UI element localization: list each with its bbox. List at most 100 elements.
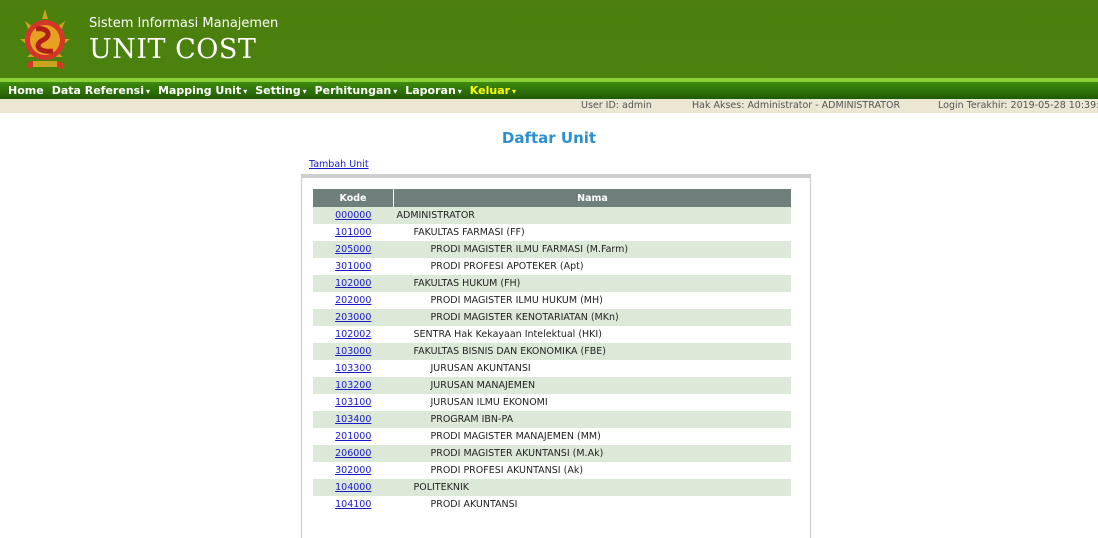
table-row: 302000 PRODI PROFESI AKUNTANSI (Ak) <box>313 462 791 479</box>
kode-link[interactable]: 000000 <box>335 210 371 221</box>
kode-link[interactable]: 103300 <box>335 363 371 374</box>
kode-cell: 302000 <box>313 462 394 479</box>
nama-cell: PRODI MAGISTER ILMU FARMASI (M.Farm) <box>393 241 791 258</box>
nama-cell: ADMINISTRATOR <box>393 207 791 224</box>
nama-cell: JURUSAN MANAJEMEN <box>393 377 791 394</box>
kode-cell: 103200 <box>313 377 394 394</box>
kode-link[interactable]: 201000 <box>335 431 371 442</box>
table-row: 101000 FAKULTAS FARMASI (FF) <box>313 224 791 241</box>
app-title: UNIT COST <box>89 34 257 65</box>
kode-link[interactable]: 104000 <box>335 482 371 493</box>
nama-cell: FAKULTAS FARMASI (FF) <box>413 227 525 238</box>
table-row: 301000 PRODI PROFESI APOTEKER (Apt) <box>313 258 791 275</box>
user-info-bar: User ID: admin Hak Akses: Administrator … <box>0 99 1098 113</box>
menu-home-label: Home <box>8 84 44 97</box>
kode-cell: 102002 <box>313 326 394 343</box>
kode-link[interactable]: 103200 <box>335 380 371 391</box>
nama-cell: FAKULTAS HUKUM (FH) <box>393 275 791 292</box>
kode-cell: 101000 <box>313 224 394 241</box>
nama-cell: PRODI AKUNTANSI <box>430 499 518 510</box>
nama-cell: JURUSAN ILMU EKONOMI <box>430 397 548 408</box>
kode-cell: 103000 <box>313 343 394 360</box>
column-header-kode: Kode <box>313 189 394 207</box>
table-row: 103000 FAKULTAS BISNIS DAN EKONOMIKA (FBE… <box>313 343 791 360</box>
user-id-text: User ID: admin <box>581 100 652 111</box>
menu-laporan[interactable]: Laporan ▾ <box>399 84 464 97</box>
nama-cell: PRODI MAGISTER ILMU HUKUM (MH) <box>430 295 603 306</box>
kode-cell: 201000 <box>313 428 394 445</box>
menu-mapping-unit-label: Mapping Unit <box>157 84 242 97</box>
nama-cell: PRODI PROFESI AKUNTANSI (Ak) <box>430 465 584 476</box>
nama-cell: POLITEKNIK <box>393 479 791 496</box>
table-header-row: Kode Nama <box>313 189 791 207</box>
app-subtitle: Sistem Informasi Manajemen <box>89 16 279 31</box>
university-emblem-icon <box>20 9 70 69</box>
nama-cell: PRODI MAGISTER AKUNTANSI (M.Ak) <box>393 445 791 462</box>
menu-setting[interactable]: Setting ▾ <box>249 84 308 97</box>
menu-mapping-unit[interactable]: Mapping Unit ▾ <box>152 84 249 97</box>
kode-cell: 103300 <box>313 360 394 377</box>
kode-link[interactable]: 202000 <box>335 295 371 306</box>
kode-cell: 103100 <box>313 394 394 411</box>
page-title: Daftar Unit <box>501 129 597 147</box>
kode-link[interactable]: 103400 <box>335 414 371 425</box>
table-row: 104100 PRODI AKUNTANSI <box>313 496 791 513</box>
main-menu: Home Data Referensi ▾ Mapping Unit ▾ Setti… <box>0 82 1098 99</box>
kode-link[interactable]: 103100 <box>335 397 371 408</box>
table-row: 205000 PRODI MAGISTER ILMU FARMASI (M.Far… <box>313 241 791 258</box>
column-header-nama: Nama <box>393 189 791 207</box>
menu-data-referensi-label: Data Referensi <box>51 84 144 97</box>
kode-cell: 205000 <box>313 241 394 258</box>
nama-cell: SENTRA Hak Kekayaan Intelektual (HKI) <box>413 329 602 340</box>
nama-cell: PRODI PROFESI APOTEKER (Apt) <box>430 261 584 272</box>
kode-link[interactable]: 103000 <box>335 346 371 357</box>
unit-table-body: 000000 ADMINISTRATOR 101000 FAKULTAS FARMAS… <box>313 207 791 513</box>
add-unit-link[interactable]: Tambah Unit <box>309 159 369 170</box>
chevron-down-icon: ▾ <box>512 87 517 96</box>
table-row: 102002 SENTRA Hak Kekayaan Intelektual (H… <box>313 326 791 343</box>
kode-cell: 102000 <box>313 275 394 292</box>
kode-link[interactable]: 206000 <box>335 448 371 459</box>
nama-cell: FAKULTAS BISNIS DAN EKONOMIKA (FBE) <box>393 343 791 360</box>
kode-link[interactable]: 205000 <box>335 244 371 255</box>
kode-link[interactable]: 102002 <box>335 329 371 340</box>
kode-link[interactable]: 101000 <box>335 227 371 238</box>
chevron-down-icon: ▾ <box>145 87 150 96</box>
chevron-down-icon: ▾ <box>457 87 462 96</box>
menu-home[interactable]: Home <box>0 84 46 97</box>
nama-cell: PROGRAM IBN-PA <box>393 411 791 428</box>
table-row: 202000 PRODI MAGISTER ILMU HUKUM (MH) <box>313 292 791 309</box>
kode-link[interactable]: 104100 <box>335 499 371 510</box>
kode-link[interactable]: 203000 <box>335 312 371 323</box>
nama-cell: JURUSAN AKUNTANSI <box>430 363 531 374</box>
kode-cell: 301000 <box>313 258 394 275</box>
menu-perhitungan-label: Perhitungan <box>314 84 392 97</box>
chevron-down-icon: ▾ <box>393 87 398 96</box>
chevron-down-icon: ▾ <box>243 87 248 96</box>
menu-keluar[interactable]: Keluar ▾ <box>464 84 518 97</box>
table-row: 103100 JURUSAN ILMU EKONOMI <box>313 394 791 411</box>
table-row: 104000 POLITEKNIK <box>313 479 791 496</box>
nama-cell: PRODI MAGISTER MANAJEMEN (MM) <box>430 431 601 442</box>
menu-data-referensi[interactable]: Data Referensi ▾ <box>46 84 152 97</box>
kode-cell: 104000 <box>313 479 394 496</box>
table-row: 203000 PRODI MAGISTER KENOTARIATAN (MKn) <box>313 309 791 326</box>
table-row: 201000 PRODI MAGISTER MANAJEMEN (MM) <box>313 428 791 445</box>
menu-perhitungan[interactable]: Perhitungan ▾ <box>309 84 400 97</box>
menu-laporan-label: Laporan <box>405 84 456 97</box>
table-row: 103200 JURUSAN MANAJEMEN <box>313 377 791 394</box>
menu-keluar-label: Keluar <box>469 84 511 97</box>
kode-link[interactable]: 302000 <box>335 465 371 476</box>
kode-cell: 104100 <box>313 496 394 513</box>
nama-cell: PRODI MAGISTER KENOTARIATAN (MKn) <box>393 309 791 326</box>
kode-link[interactable]: 301000 <box>335 261 371 272</box>
table-row: 102000 FAKULTAS HUKUM (FH) <box>313 275 791 292</box>
kode-link[interactable]: 102000 <box>335 278 371 289</box>
table-row: 103300 JURUSAN AKUNTANSI <box>313 360 791 377</box>
access-level-text: Hak Akses: Administrator - ADMINISTRATOR <box>692 100 901 111</box>
unit-table-panel: Kode Nama 000000 ADMINISTRATOR 101000 FAKUL… <box>301 174 811 538</box>
kode-cell: 203000 <box>313 309 394 326</box>
kode-cell: 103400 <box>313 411 394 428</box>
last-login-text: Login Terakhir: 2019-05-28 10:39:06 <box>938 100 1098 111</box>
menu-setting-label: Setting <box>255 84 301 97</box>
